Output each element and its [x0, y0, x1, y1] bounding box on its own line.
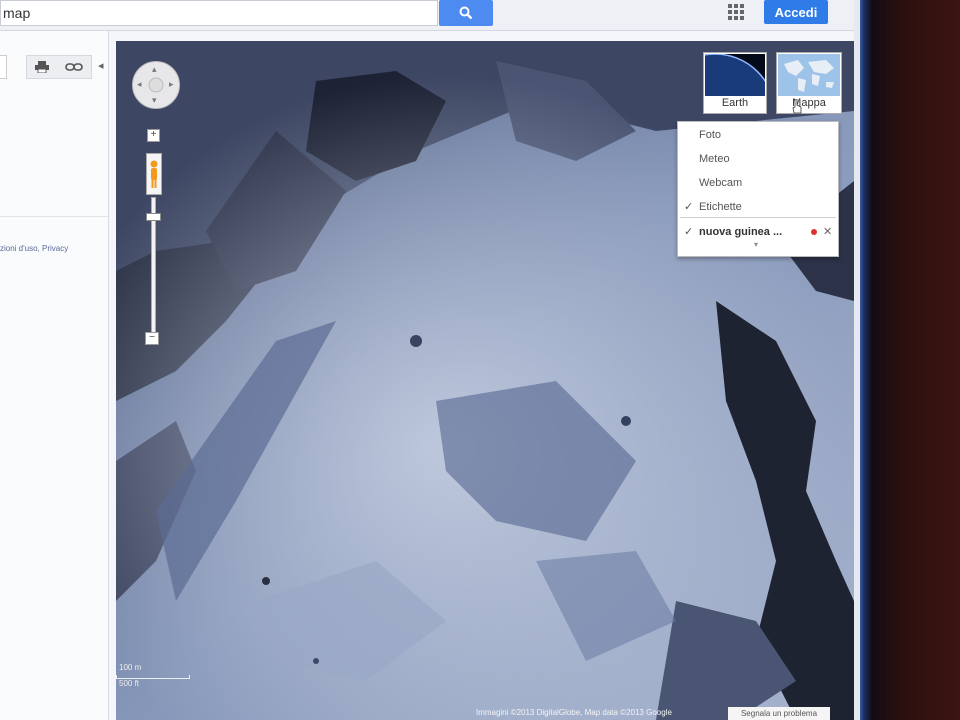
print-icon[interactable] — [35, 61, 49, 73]
terms-privacy-link[interactable]: zioni d'uso, Privacy — [0, 244, 68, 253]
map-attribution: Immagini ©2013 DigitalGlobe, Map data ©2… — [476, 708, 672, 717]
report-problem-link[interactable]: Segnala un problema — [728, 707, 830, 720]
layer-meteo[interactable]: Meteo — [678, 148, 838, 170]
left-panel: ◂ zioni d'uso, Privacy — [0, 31, 109, 720]
scale-imperial: 500 ft — [119, 679, 140, 688]
layer-etichette-label: Etichette — [699, 201, 742, 213]
earth-label: Earth — [721, 97, 749, 109]
layer-meteo-label: Meteo — [699, 153, 730, 165]
pan-control[interactable]: ▴ ▾ ◂ ▸ — [132, 61, 180, 109]
layer-webcam-label: Webcam — [699, 177, 743, 189]
layer-foto[interactable]: Foto — [678, 124, 838, 146]
earth-thumbnail — [705, 54, 765, 96]
login-button[interactable]: Accedi — [764, 0, 828, 24]
layer-webcam[interactable]: Webcam — [678, 172, 838, 194]
top-bar: map Accedi — [0, 0, 860, 31]
search-input[interactable]: map — [0, 0, 438, 26]
layers-expand-icon[interactable]: ▾ — [754, 240, 758, 249]
layer-etichette[interactable]: ✓ Etichette — [678, 196, 838, 218]
collapse-arrow-icon[interactable]: ◂ — [98, 59, 106, 73]
mouse-cursor-icon — [792, 99, 802, 114]
satellite-map[interactable]: ▴ ▾ ◂ ▸ + − Earth Mappa Foto Meteo Webca… — [116, 41, 854, 720]
pan-control-icon — [148, 77, 164, 93]
search-icon — [459, 6, 473, 20]
search-button[interactable] — [439, 0, 493, 26]
layer-custom-map-label: nuova guinea ... — [699, 226, 783, 238]
browser-screen: map Accedi ◂ zioni d'uso, Privacy ▴ ▾ ◂ … — [0, 0, 860, 720]
panel-input-edge[interactable] — [0, 55, 7, 79]
zoom-out-button[interactable]: − — [145, 332, 159, 345]
monitor-bezel — [860, 0, 960, 720]
check-icon: ✓ — [684, 226, 694, 238]
mappa-label: Mappa — [792, 97, 826, 109]
pegman-icon — [150, 160, 158, 188]
zoom-in-button[interactable]: + — [147, 129, 160, 142]
link-icon[interactable] — [65, 62, 83, 72]
apps-grid-icon[interactable] — [728, 4, 744, 20]
panel-toolbar — [26, 55, 92, 79]
layer-color-marker — [811, 229, 817, 235]
zoom-slider-thumb[interactable] — [146, 213, 161, 221]
street-view-pegman[interactable] — [146, 153, 162, 195]
layer-foto-label: Foto — [699, 129, 722, 141]
map-mode-button[interactable]: Mappa — [776, 52, 842, 114]
earth-mode-button[interactable]: Earth — [703, 52, 767, 114]
layers-divider — [680, 217, 836, 218]
scale-bar: 100 m 500 ft — [116, 663, 196, 689]
check-icon: ✓ — [684, 201, 694, 213]
layers-menu: Foto Meteo Webcam ✓ Etichette ✓ nuova gu… — [677, 121, 839, 257]
scale-metric: 100 m — [119, 663, 142, 672]
world-map-thumbnail — [778, 54, 840, 96]
panel-divider — [0, 216, 108, 217]
close-icon[interactable]: ✕ — [823, 221, 832, 243]
